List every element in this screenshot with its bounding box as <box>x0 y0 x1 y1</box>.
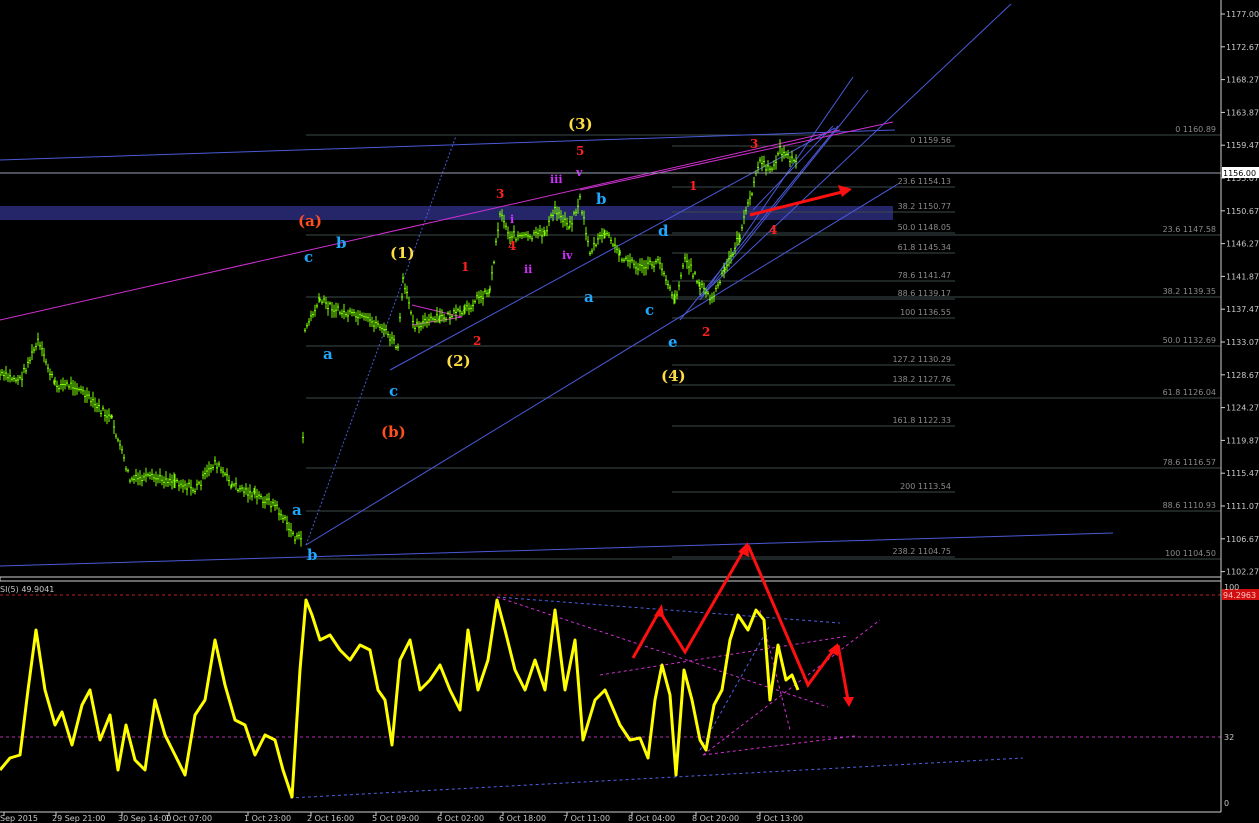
time-tick-label: 6 Oct 02:00 <box>437 814 484 823</box>
fib-level-middle: 61.8 1145.34 <box>898 243 951 252</box>
fib-level-middle: 200 1113.54 <box>900 482 951 491</box>
price-tick-label: 1137.47 <box>1226 305 1259 314</box>
fib-level-middle: 100 1136.55 <box>900 308 951 317</box>
wave-label-magenta: ii <box>524 263 532 276</box>
price-tick-label: 1146.27 <box>1226 240 1259 249</box>
time-tick-label: 29 Sep 21:00 <box>52 814 105 823</box>
trading-chart[interactable]: (3)(1)(2)(4)(a)(b)351421234iiiviiiivcbaa… <box>0 0 1259 823</box>
wave-label-cyan: a <box>584 288 594 306</box>
rsi-title: SI(5) 49.9041 <box>0 585 54 594</box>
fib-level-middle: 138.2 1127.76 <box>892 375 951 384</box>
price-tick-label: 1163.87 <box>1226 108 1259 117</box>
rsi-axis-100: 100 <box>1224 583 1239 592</box>
wave-label-cyan: a <box>323 345 333 363</box>
time-tick-label: 9 Oct 13:00 <box>756 814 803 823</box>
time-tick-label: Sep 2015 <box>0 814 38 823</box>
wave-label-cyan: e <box>668 333 678 351</box>
time-tick-label: 30 Sep 14:00 <box>118 814 171 823</box>
fib-level-middle: 78.6 1141.47 <box>898 271 951 280</box>
time-tick-label: 1 Oct 23:00 <box>244 814 291 823</box>
time-tick-label: 1 Oct 07:00 <box>165 814 212 823</box>
pink-trend-short <box>579 121 894 191</box>
price-tick-label: 1159.47 <box>1226 141 1259 150</box>
wave-label-cyan: b <box>307 546 318 564</box>
fib-level-middle: 23.6 1154.13 <box>898 177 951 186</box>
fib-level-middle: 0 1159.56 <box>910 136 951 145</box>
price-tick-label: 1128.67 <box>1226 371 1259 380</box>
wave-label-red: 1 <box>689 179 697 193</box>
rsi-axis-0: 0 <box>1224 799 1229 808</box>
wave-label-yellow: (1) <box>390 244 415 262</box>
wave-label-yellow: (2) <box>446 352 471 370</box>
fib-level-right: 23.6 1147.58 <box>1163 225 1216 234</box>
price-tick-label: 1133.07 <box>1226 338 1259 347</box>
wave-label-red: 3 <box>750 137 758 151</box>
fib-level-right: 0 1160.89 <box>1175 125 1216 134</box>
wave-label-magenta: iii <box>550 173 563 186</box>
fib-level-right: 38.2 1139.35 <box>1163 287 1216 296</box>
time-tick-label: 8 Oct 20:00 <box>692 814 739 823</box>
wave-label-orange: (b) <box>381 423 406 441</box>
wave-label-red: 2 <box>702 325 710 339</box>
fib-level-middle: 127.2 1130.29 <box>892 355 951 364</box>
rsi-marker-label: 94.2963 <box>1223 591 1256 600</box>
pane-separator <box>0 576 1222 582</box>
rsi-line <box>0 598 800 799</box>
price-tick-label: 1106.67 <box>1226 535 1259 544</box>
price-tick-label: 1102.27 <box>1226 568 1259 577</box>
wave-label-magenta: iv <box>562 249 573 262</box>
time-tick-label: 8 Oct 04:00 <box>628 814 675 823</box>
wave-label-yellow: (3) <box>568 115 593 133</box>
fib-level-middle: 161.8 1122.33 <box>892 416 951 425</box>
fib-level-middle: 88.6 1139.17 <box>898 289 951 298</box>
fib-level-middle: 38.2 1150.77 <box>898 202 951 211</box>
fib-level-middle: 50.0 1148.05 <box>898 223 951 232</box>
dotted-line <box>305 135 457 546</box>
price-tick-label: 1115.47 <box>1226 469 1259 478</box>
time-axis: Sep 2015 29 Sep 21:00 30 Sep 14:001 Oct 07… <box>0 811 1221 823</box>
wave-label-orange: (a) <box>298 212 322 230</box>
price-tick-label: 1119.87 <box>1226 436 1259 445</box>
fib-level-right: 88.6 1110.93 <box>1163 501 1216 510</box>
wave-label-red: 4 <box>769 223 777 237</box>
fib-level-right: 78.6 1116.57 <box>1163 458 1216 467</box>
fib-level-middle: 238.2 1104.75 <box>892 547 951 556</box>
elliott-wave-labels: (3)(1)(2)(4)(a)(b)351421234iiiviiiivcbaa… <box>292 115 777 564</box>
rsi-axis-32: 32 <box>1224 733 1234 742</box>
wave-label-cyan: b <box>336 234 347 252</box>
wave-label-yellow: (4) <box>661 367 686 385</box>
current-price-label: 1156.00 <box>1223 169 1256 178</box>
time-tick-label: 6 Oct 18:00 <box>499 814 546 823</box>
wave-label-red: 3 <box>496 187 504 201</box>
price-tick-label: 1141.87 <box>1226 272 1259 281</box>
price-pane: (3)(1)(2)(4)(a)(b)351421234iiiviiiivcbaa… <box>0 3 1221 567</box>
price-tick-label: 1111.07 <box>1226 502 1259 511</box>
price-axis: 1177.001172.671168.271163.871159.471155.… <box>1220 0 1259 812</box>
wave-label-cyan: a <box>292 501 302 519</box>
fib-level-right: 50.0 1132.69 <box>1163 336 1216 345</box>
wave-label-magenta: i <box>510 213 514 226</box>
price-tick-label: 1124.27 <box>1226 404 1259 413</box>
wave-label-red: 4 <box>508 239 516 253</box>
time-tick-label: 5 Oct 09:00 <box>372 814 419 823</box>
wave-label-cyan: c <box>645 301 654 319</box>
wave-label-red: 2 <box>473 334 481 348</box>
wave-label-cyan: b <box>596 190 607 208</box>
wave-label-cyan: d <box>658 222 669 240</box>
price-tick-label: 1150.67 <box>1226 207 1259 216</box>
price-tick-label: 1168.27 <box>1226 76 1259 85</box>
wave-label-cyan: c <box>304 248 313 266</box>
fib-level-right: 100 1104.50 <box>1165 549 1216 558</box>
wave-label-cyan: c <box>389 382 398 400</box>
fib-level-right: 61.8 1126.04 <box>1163 388 1216 397</box>
pink-trend-long <box>0 129 841 321</box>
fibonacci-text: 0 1160.89 23.6 1147.58 38.2 1139.35 50.0 11… <box>892 125 1216 558</box>
time-tick-label: 2 Oct 16:00 <box>307 814 354 823</box>
price-tick-label: 1177.00 <box>1226 10 1259 19</box>
wave-label-red: 1 <box>461 260 469 274</box>
wave-label-red: 5 <box>576 144 584 158</box>
time-tick-label: 7 Oct 11:00 <box>563 814 610 823</box>
price-tick-label: 1172.67 <box>1226 43 1259 52</box>
